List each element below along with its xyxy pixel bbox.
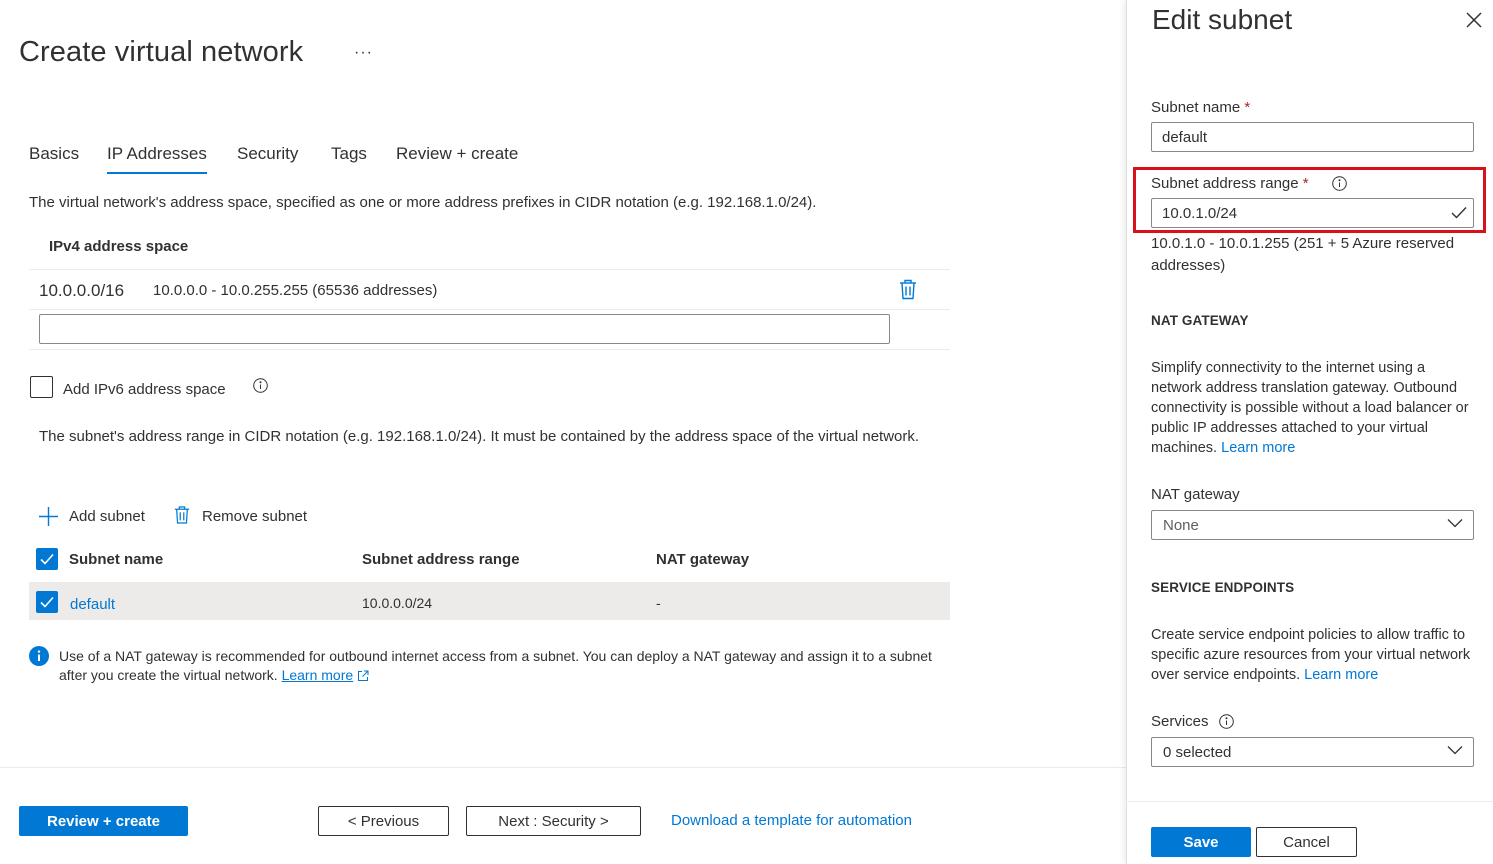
- nat-gateway-value: None: [1163, 517, 1199, 534]
- nat-desc-text: Simplify connectivity to the internet us…: [1151, 360, 1469, 456]
- previous-button[interactable]: < Previous: [318, 806, 449, 836]
- chevron-down-icon: [1447, 745, 1463, 755]
- ipv6-checkbox[interactable]: [30, 376, 53, 398]
- nat-info-text: Use of a NAT gateway is recommended for …: [59, 648, 932, 683]
- download-template-link[interactable]: Download a template for automation: [671, 812, 912, 829]
- checkmark-icon: [40, 553, 54, 565]
- info-icon: [29, 646, 49, 666]
- subnet-name-input[interactable]: [1151, 122, 1474, 152]
- external-link-icon[interactable]: [357, 670, 369, 682]
- plus-icon[interactable]: [38, 506, 59, 527]
- column-header-subnet-range[interactable]: Subnet address range: [362, 551, 520, 568]
- info-icon[interactable]: [1332, 176, 1347, 191]
- panel-title: Edit subnet: [1152, 4, 1293, 35]
- cancel-button[interactable]: Cancel: [1256, 827, 1357, 857]
- nat-learn-more-link[interactable]: Learn more: [1221, 440, 1295, 456]
- checkmark-icon: [1451, 206, 1467, 219]
- subnet-range-cell: 10.0.0.0/24: [362, 595, 433, 611]
- table-row[interactable]: [29, 582, 950, 620]
- tab-review-create[interactable]: Review + create: [396, 144, 518, 164]
- subnet-description: The subnet's address range in CIDR notat…: [39, 428, 920, 445]
- row-checkbox[interactable]: [36, 591, 58, 613]
- nat-gateway-heading: NAT GATEWAY: [1151, 313, 1249, 328]
- trash-icon[interactable]: [174, 505, 190, 525]
- label-text: Subnet name: [1151, 99, 1241, 116]
- ipv4-address-space-header: IPv4 address space: [49, 238, 189, 255]
- add-subnet-button[interactable]: Add subnet: [69, 508, 145, 525]
- remove-subnet-button[interactable]: Remove subnet: [202, 508, 307, 525]
- nat-gateway-select[interactable]: [1151, 510, 1474, 540]
- tab-security[interactable]: Security: [237, 144, 298, 164]
- tab-basics[interactable]: Basics: [29, 144, 79, 164]
- close-icon[interactable]: [1466, 12, 1482, 28]
- info-icon[interactable]: [253, 378, 268, 393]
- panel-footer-divider: [1126, 801, 1493, 802]
- trash-icon[interactable]: [899, 279, 917, 300]
- next-security-button[interactable]: Next : Security >: [466, 806, 641, 836]
- subnet-range-hint: 10.0.1.0 - 10.0.1.255 (251 + 5 Azure res…: [1151, 235, 1455, 274]
- select-all-checkbox[interactable]: [36, 548, 58, 570]
- tab-tags[interactable]: Tags: [331, 144, 367, 164]
- address-range: 10.0.0.0 - 10.0.255.255 (65536 addresses…: [153, 282, 438, 299]
- nat-gateway-description: Simplify connectivity to the internet us…: [1151, 358, 1476, 458]
- nat-info-message: Use of a NAT gateway is recommended for …: [59, 647, 939, 685]
- services-value: 0 selected: [1163, 744, 1232, 761]
- footer-divider: [0, 767, 1126, 768]
- checkmark-icon: [40, 596, 54, 608]
- nat-gateway-cell: -: [656, 595, 661, 611]
- address-space-input[interactable]: [39, 314, 890, 344]
- service-endpoints-description: Create service endpoint policies to allo…: [1151, 625, 1476, 685]
- address-space-description: The virtual network's address space, spe…: [29, 194, 817, 211]
- ipv6-label: Add IPv6 address space: [63, 381, 226, 398]
- label-text: Subnet address range: [1151, 175, 1299, 192]
- column-header-nat-gateway[interactable]: NAT gateway: [656, 551, 749, 568]
- review-create-button[interactable]: Review + create: [19, 806, 188, 836]
- more-options-icon[interactable]: ···: [354, 44, 373, 62]
- subnet-range-label: Subnet address range *: [1151, 175, 1309, 192]
- subnet-name-label: Subnet name *: [1151, 99, 1250, 116]
- tab-ip-addresses[interactable]: IP Addresses: [107, 144, 207, 164]
- divider: [29, 269, 950, 270]
- subnet-name-link[interactable]: default: [70, 596, 115, 613]
- subnet-range-input[interactable]: [1151, 198, 1474, 228]
- divider: [29, 349, 950, 350]
- required-mark: *: [1244, 99, 1251, 116]
- chevron-down-icon: [1447, 518, 1463, 528]
- column-header-subnet-name[interactable]: Subnet name: [69, 551, 163, 568]
- page-title: Create virtual network: [19, 36, 304, 68]
- divider: [29, 309, 950, 310]
- save-button[interactable]: Save: [1151, 827, 1251, 857]
- required-mark: *: [1302, 175, 1309, 192]
- info-icon[interactable]: [1219, 714, 1234, 729]
- address-prefix: 10.0.0.0/16: [39, 281, 125, 300]
- active-tab-indicator: [107, 172, 207, 174]
- se-learn-more-link[interactable]: Learn more: [1304, 667, 1378, 683]
- services-label: Services: [1151, 713, 1209, 730]
- learn-more-link[interactable]: Learn more: [282, 667, 354, 683]
- nat-gateway-label: NAT gateway: [1151, 486, 1240, 503]
- service-endpoints-heading: SERVICE ENDPOINTS: [1151, 580, 1295, 595]
